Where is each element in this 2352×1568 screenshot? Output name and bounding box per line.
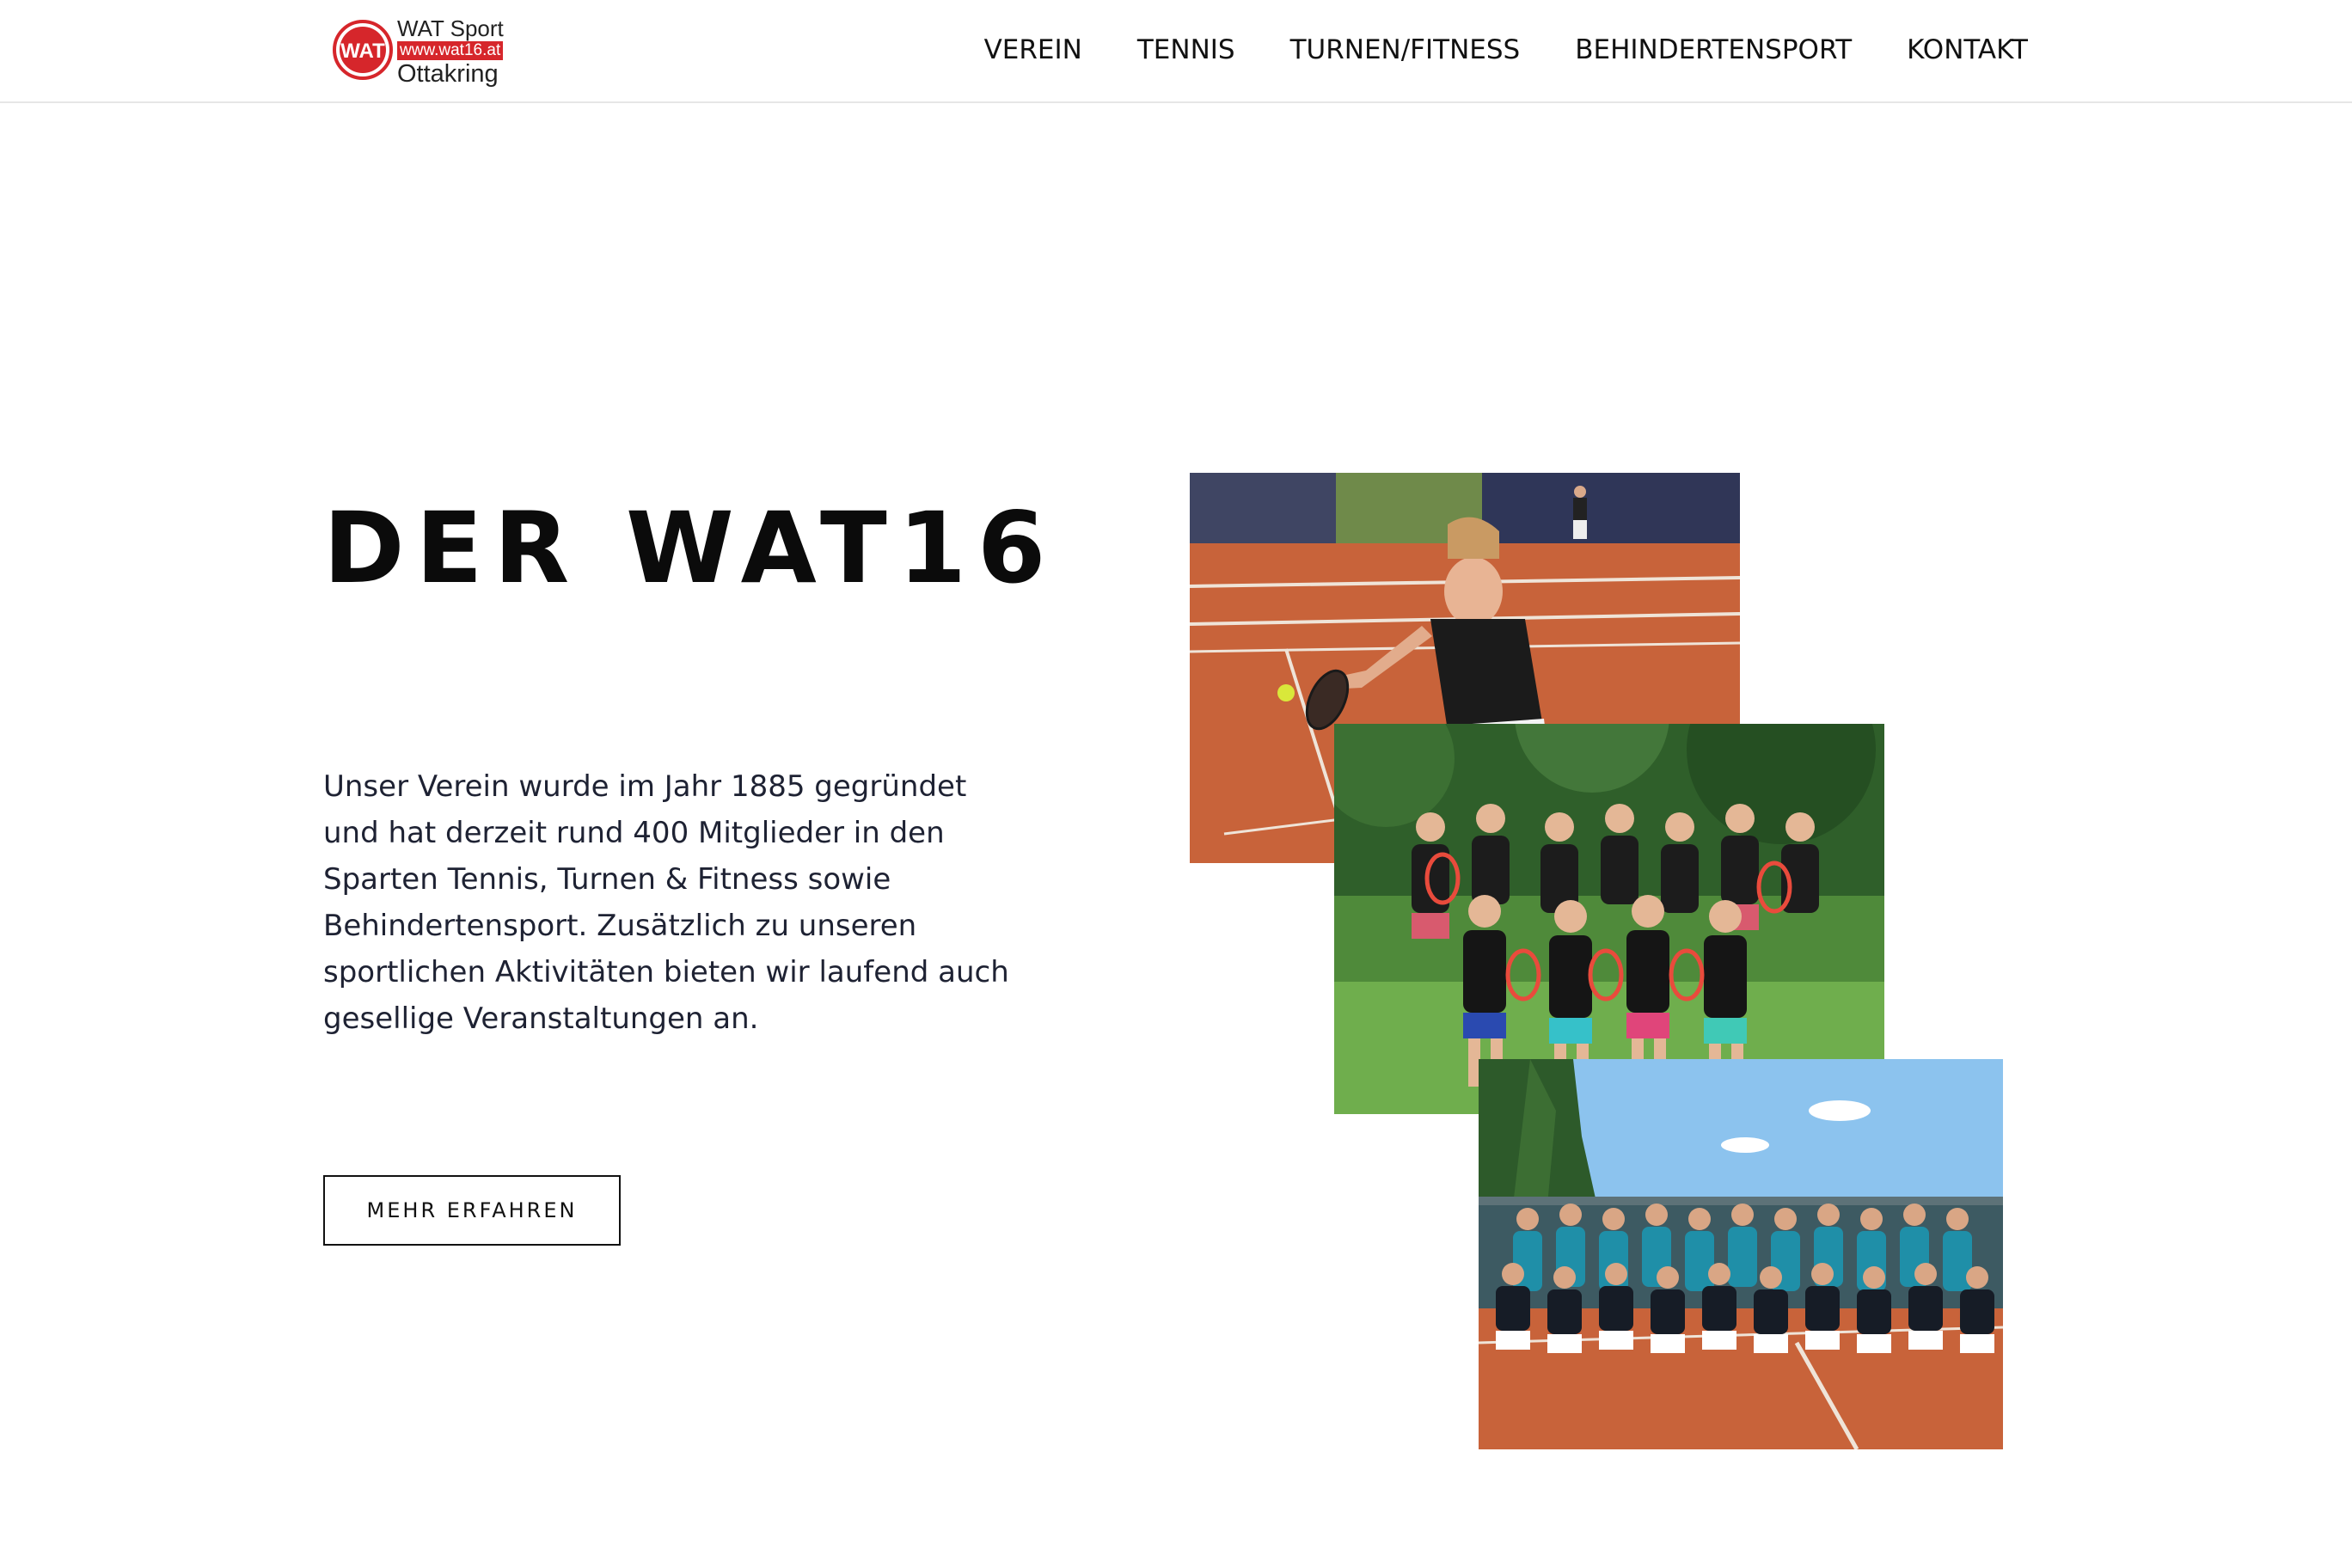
nav-item-verein[interactable]: VEREIN xyxy=(984,34,1082,65)
hero-title: DER WAT16 xyxy=(323,491,1057,605)
nav-item-turnen-fitness[interactable]: TURNEN/FITNESS xyxy=(1290,34,1521,65)
site-logo[interactable]: WAT WAT Sport www.wat16.at Ottakring xyxy=(332,15,509,88)
womens-team-photo xyxy=(1334,724,1884,1114)
logo-mark-text: WAT xyxy=(340,40,385,63)
hero-description: Unser Verein wurde im Jahr 1885 gegründe… xyxy=(323,769,1009,1036)
nav-item-behindertensport[interactable]: BEHINDERTENSPORT xyxy=(1575,34,1852,65)
mehr-erfahren-button[interactable]: MEHR ERFAHREN xyxy=(323,1175,621,1246)
nav-item-tennis[interactable]: TENNIS xyxy=(1137,34,1235,65)
wat-logo-icon: WAT xyxy=(333,20,393,80)
womens-team-image xyxy=(1334,724,1884,1114)
nav-item-kontakt[interactable]: KONTAKT xyxy=(1907,34,2028,65)
logo-url: www.wat16.at xyxy=(397,41,504,60)
mens-team-photo xyxy=(1479,1059,2003,1449)
logo-subtitle: Ottakring xyxy=(397,60,499,88)
logo-title: WAT Sport xyxy=(397,15,504,41)
main-navigation: VEREIN TENNIS TURNEN/FITNESS BEHINDERTEN… xyxy=(984,0,2028,100)
site-header: WAT WAT Sport www.wat16.at Ottakring VER… xyxy=(0,0,2352,103)
mens-team-image xyxy=(1479,1059,2003,1449)
